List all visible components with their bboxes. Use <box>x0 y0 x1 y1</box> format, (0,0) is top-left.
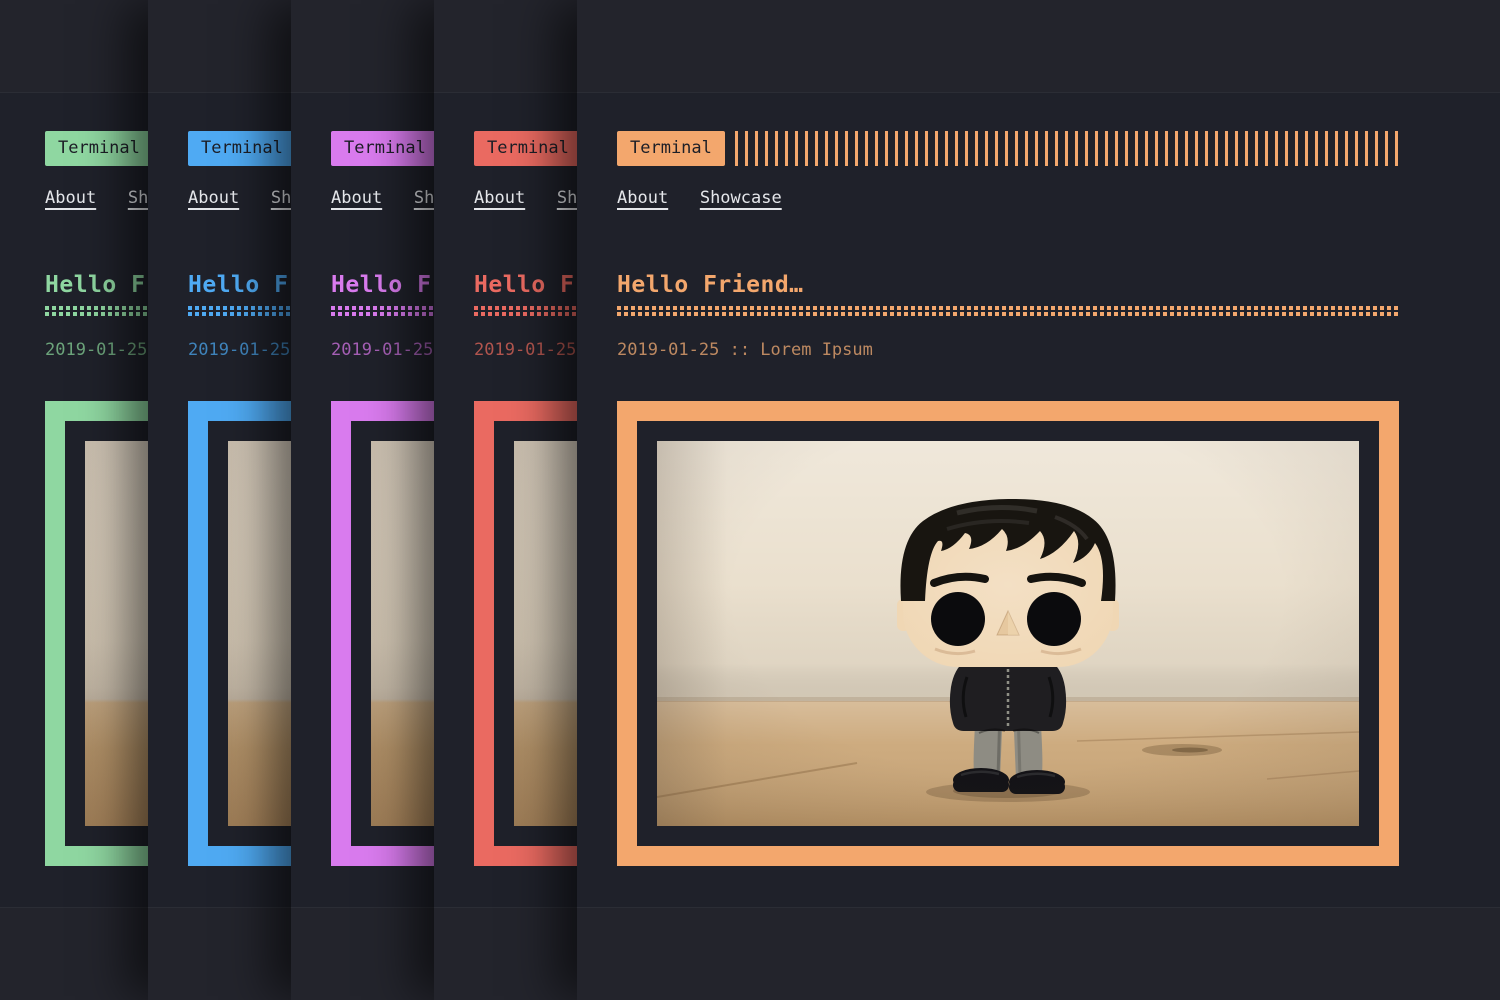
terminal-logo[interactable]: Terminal <box>617 131 725 166</box>
nav-link-about[interactable]: About <box>617 188 668 208</box>
nav-link-about[interactable]: About <box>474 188 525 208</box>
top-strip <box>577 0 1500 93</box>
nav-link-showcase[interactable]: Showcase <box>700 188 782 208</box>
nav-link-about[interactable]: About <box>45 188 96 208</box>
funko-pop-photo <box>657 441 1359 826</box>
post-meta: 2019-01-25 :: Lorem Ipsum <box>617 340 1399 360</box>
terminal-logo[interactable]: Terminal <box>45 131 153 166</box>
title-underline-dots <box>617 306 1399 316</box>
terminal-logo[interactable]: Terminal <box>331 131 439 166</box>
theme-panel-orange: Terminal About Showcase Hello Friend… 20… <box>577 0 1500 1000</box>
post-title[interactable]: Hello Friend… <box>617 272 1399 299</box>
funko-pop-illustration <box>657 441 1359 826</box>
bottom-strip <box>577 907 1500 1000</box>
framed-image <box>617 401 1399 866</box>
image-mat <box>637 421 1379 846</box>
terminal-logo[interactable]: Terminal <box>188 131 296 166</box>
decorative-bars <box>735 131 1399 166</box>
terminal-logo[interactable]: Terminal <box>474 131 582 166</box>
nav-link-about[interactable]: About <box>188 188 239 208</box>
nav-link-about[interactable]: About <box>331 188 382 208</box>
site-nav: About Showcase <box>617 188 1399 210</box>
terminal-theme-showcase: Terminal About Showcase Hello Friend… 20… <box>0 0 1500 1000</box>
